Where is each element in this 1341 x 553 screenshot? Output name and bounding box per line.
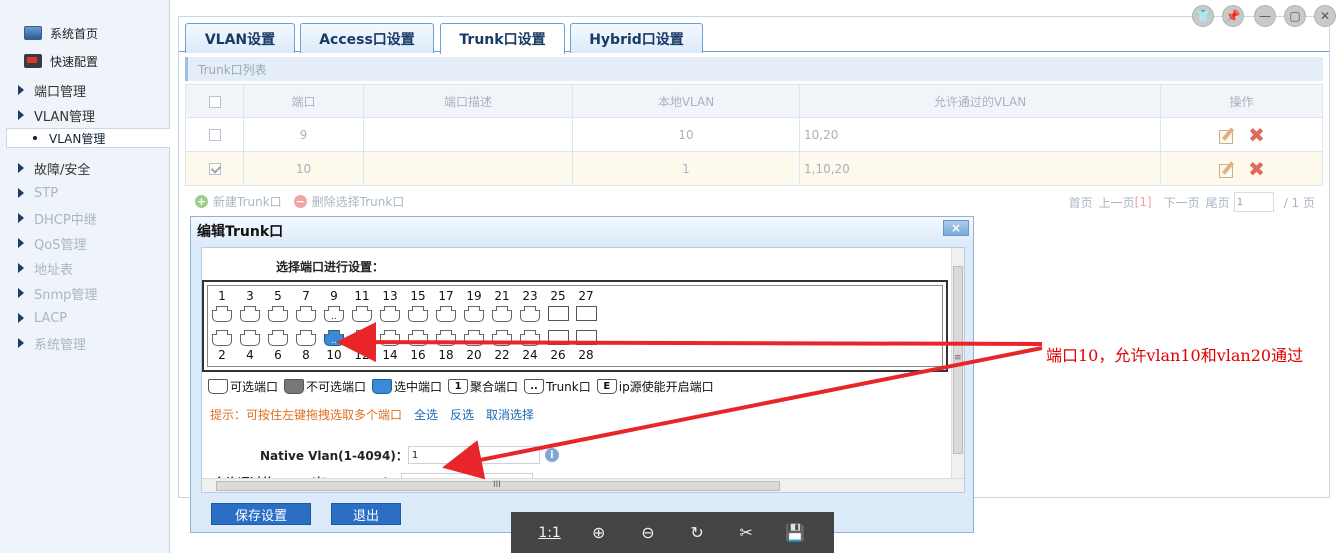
save-image-icon[interactable]: 💾 [780,523,810,542]
crop-icon[interactable]: ✂ [731,523,761,542]
arrow-to-allowed-vlan [442,346,1043,480]
viewer-toolbar: 1:1 ⊕ ⊖ ↻ ✂ 💾 [511,512,834,553]
actual-size-button[interactable]: 1:1 [535,525,565,541]
arrow-to-port10 [336,322,1043,363]
rotate-icon[interactable]: ↻ [682,523,712,542]
zoom-in-icon[interactable]: ⊕ [584,523,614,542]
annotation-arrows [336,322,1043,480]
annotation-text: 端口10，允许vlan10和vlan20通过 [1046,346,1304,365]
zoom-out-icon[interactable]: ⊖ [633,523,663,542]
app-window: { "sidebar": { "top": [ {"label": "系统首页"… [0,0,1341,553]
